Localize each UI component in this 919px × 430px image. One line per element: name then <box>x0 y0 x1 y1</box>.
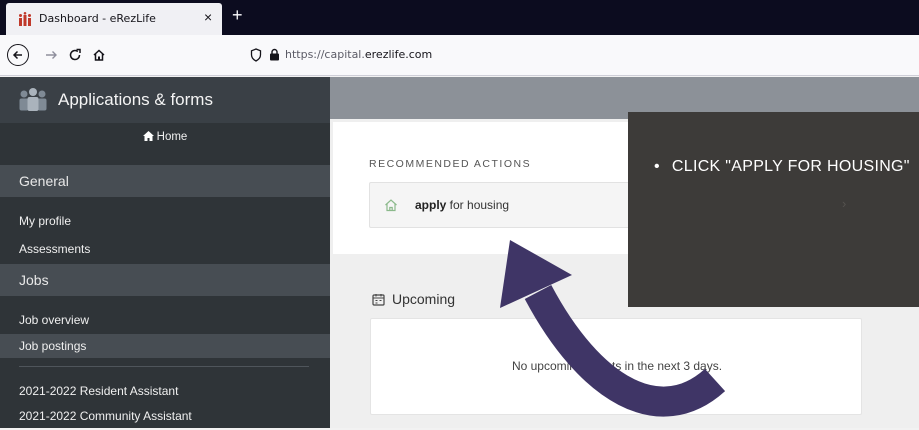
home-icon <box>142 131 154 141</box>
sidebar-item-posting[interactable]: 2021-2022 Resident Assistant <box>0 379 330 403</box>
url-text[interactable]: https://capital.erezlife.com <box>285 48 432 61</box>
back-button[interactable] <box>7 44 29 66</box>
pointer-arrow-icon <box>500 240 726 417</box>
recommended-actions-label: RECOMMENDED ACTIONS <box>369 158 532 170</box>
sidebar-item-posting[interactable]: 2021-2022 Community Assistant <box>0 404 330 428</box>
home-icon <box>93 49 105 61</box>
tab-title: Dashboard - eRezLife <box>39 12 156 25</box>
sidebar-item-assessments[interactable]: Assessments <box>0 237 330 261</box>
sidebar-item-job-overview[interactable]: Job overview <box>0 308 330 332</box>
sidebar: Applications & forms Home General My pro… <box>0 77 330 428</box>
calendar-icon <box>372 293 385 306</box>
reload-icon <box>69 48 81 61</box>
home-outline-icon <box>385 199 397 212</box>
home-button[interactable] <box>87 43 111 67</box>
sidebar-item-my-profile[interactable]: My profile <box>0 209 330 233</box>
apply-for-housing-action[interactable]: apply for housing <box>369 182 659 228</box>
tab-close-icon[interactable]: × <box>204 9 212 25</box>
browser-tab-strip: Dashboard - eRezLife × + <box>0 0 919 35</box>
back-arrow-icon <box>12 50 22 60</box>
upcoming-heading: Upcoming <box>372 291 455 307</box>
chevron-right-icon: › <box>842 196 847 211</box>
reload-button[interactable] <box>63 43 87 67</box>
upcoming-title: Upcoming <box>392 291 456 307</box>
browser-navbar: https://capital.erezlife.com <box>0 35 919 76</box>
sidebar-home-link[interactable]: Home <box>0 131 330 143</box>
section-jobs: Jobs <box>0 264 330 296</box>
apply-for-housing-label[interactable]: apply for housing <box>415 198 509 212</box>
lock-icon[interactable] <box>269 48 280 61</box>
sidebar-header: Applications & forms <box>0 77 330 123</box>
address-bar[interactable]: https://capital.erezlife.com <box>247 41 919 69</box>
sidebar-divider <box>19 366 309 367</box>
forward-arrow-icon <box>46 51 57 59</box>
home-label: Home <box>156 131 188 143</box>
callout-instruction-text: CLICK "APPLY FOR HOUSING" <box>654 158 910 176</box>
shield-icon[interactable] <box>250 48 262 62</box>
forward-button[interactable] <box>39 43 63 67</box>
sidebar-title: Applications & forms <box>58 90 213 109</box>
people-group-icon <box>19 88 47 111</box>
erezlife-favicon-icon <box>19 12 31 26</box>
browser-tab[interactable]: Dashboard - eRezLife × <box>6 3 222 35</box>
new-tab-button[interactable]: + <box>232 5 243 26</box>
section-general: General <box>0 165 330 197</box>
sidebar-item-job-postings[interactable]: Job postings <box>0 334 330 358</box>
